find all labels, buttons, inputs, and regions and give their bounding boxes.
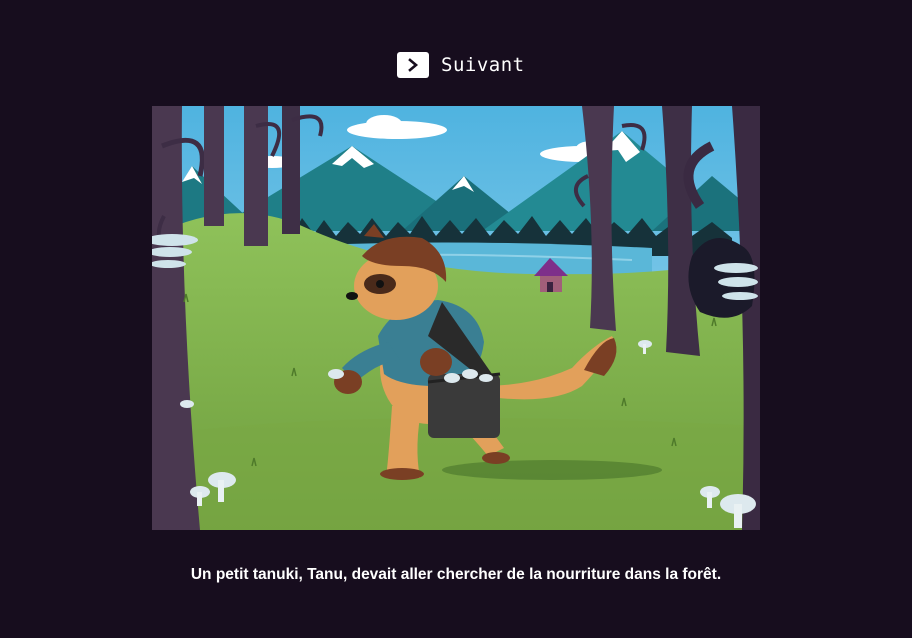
next-icon-box[interactable]	[397, 52, 429, 78]
story-illustration	[152, 106, 760, 530]
story-caption: Un petit tanuki, Tanu, devait aller cher…	[190, 566, 722, 583]
chevron-right-icon	[408, 58, 419, 72]
next-button-label: Suivant	[441, 54, 525, 76]
next-button[interactable]: Suivant	[397, 52, 525, 78]
tanuki-shadow	[442, 460, 662, 480]
